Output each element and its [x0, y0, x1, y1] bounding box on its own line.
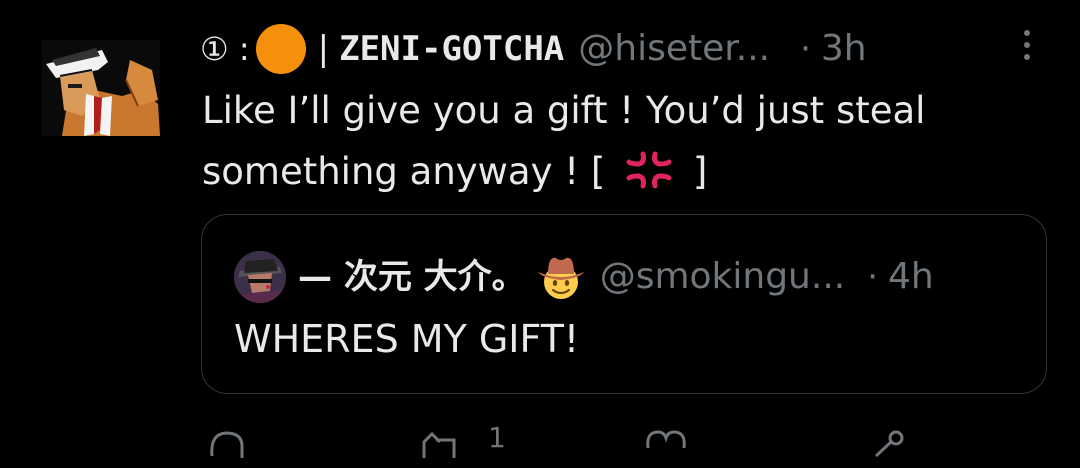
- more-options-icon[interactable]: [1018, 30, 1036, 70]
- user-handle[interactable]: @hiseter...: [578, 24, 770, 74]
- heart-icon: [646, 430, 686, 449]
- share-icon: [874, 430, 904, 458]
- action-bar: 1: [200, 420, 1060, 460]
- display-name-prefix[interactable]: ① :: [200, 24, 250, 74]
- display-name-bar[interactable]: |: [318, 24, 329, 74]
- tweet[interactable]: ① : | ZENI-GOTCHA @hiseter... · 3h Like …: [0, 0, 1080, 458]
- anger-symbol-icon: [626, 151, 672, 189]
- cowboy-face-icon: [537, 257, 584, 299]
- tweet-text-line-2-start: something anyway ! [: [202, 150, 606, 193]
- share-button[interactable]: [864, 428, 910, 468]
- quoted-display-name[interactable]: — 次元 大介。: [298, 251, 526, 303]
- separator-dot: ·: [800, 29, 811, 69]
- quoted-avatar-image: [234, 251, 286, 303]
- avatar-image: [42, 40, 160, 136]
- orange-circle-icon: [255, 24, 306, 74]
- tweet-text: Like I’ll give you a gift ! You’d just s…: [202, 80, 1042, 202]
- like-button[interactable]: [644, 428, 688, 468]
- quoted-separator-dot: ·: [867, 257, 879, 297]
- reply-button[interactable]: [206, 428, 246, 468]
- tweet-header: ① : | ZENI-GOTCHA @hiseter... · 3h: [200, 24, 1060, 74]
- quoted-avatar[interactable]: [234, 251, 286, 303]
- quoted-timestamp[interactable]: 4h: [888, 251, 934, 303]
- reply-icon: [210, 431, 244, 458]
- quoted-text: WHERES MY GIFT!: [234, 317, 580, 361]
- retweet-button[interactable]: 1: [416, 421, 506, 468]
- quoted-tweet[interactable]: — 次元 大介。 @smokingu... · 4h WHERES MY GIF…: [201, 214, 1047, 394]
- display-name[interactable]: ZENI-GOTCHA: [339, 24, 564, 74]
- quoted-handle[interactable]: @smokingu...: [600, 251, 846, 303]
- timestamp[interactable]: 3h: [821, 24, 867, 74]
- quoted-header: — 次元 大介。 @smokingu... · 4h: [298, 251, 1038, 303]
- avatar[interactable]: [42, 40, 160, 136]
- retweet-icon: [422, 431, 456, 458]
- retweet-count: 1: [488, 421, 506, 454]
- tweet-text-line-2-end: ]: [692, 150, 708, 193]
- tweet-text-line-1: Like I’ll give you a gift ! You’d just s…: [202, 89, 926, 132]
- tweet-text-line-2: something anyway ! [ ]: [202, 141, 1042, 202]
